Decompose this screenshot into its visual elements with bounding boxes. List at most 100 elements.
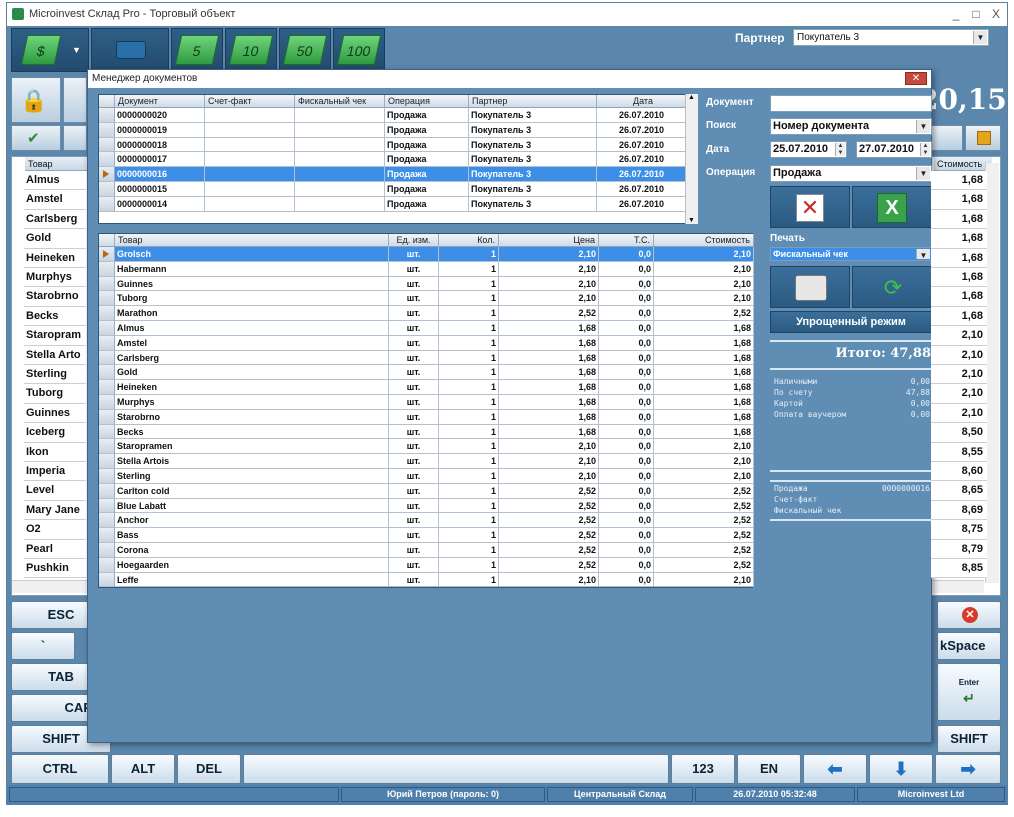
item-cell[interactable]: 2,10 bbox=[654, 291, 754, 307]
background-product-row[interactable]: Pearl bbox=[24, 539, 86, 559]
note-button[interactable] bbox=[63, 77, 87, 123]
item-cell[interactable]: шт. bbox=[389, 528, 439, 543]
item-cell[interactable]: 0,0 bbox=[599, 483, 654, 499]
item-cell[interactable]: 2,10 bbox=[654, 469, 754, 484]
row-indicator[interactable] bbox=[99, 557, 115, 573]
item-cell[interactable]: 1,68 bbox=[499, 321, 599, 336]
item-cell[interactable]: 1 bbox=[439, 395, 499, 410]
checklist-button[interactable]: ✔ bbox=[11, 125, 61, 151]
item-cell[interactable]: 1 bbox=[439, 424, 499, 440]
item-cell[interactable]: Becks bbox=[115, 424, 389, 440]
row-indicator[interactable] bbox=[99, 306, 115, 321]
row-indicator[interactable] bbox=[99, 365, 115, 381]
left-arrow-key[interactable]: ⬅ bbox=[803, 754, 867, 784]
item-cell[interactable]: 1 bbox=[439, 557, 499, 573]
item-cell[interactable]: 1 bbox=[439, 528, 499, 543]
item-cell[interactable]: 1,68 bbox=[499, 350, 599, 366]
item-cell[interactable]: 1,68 bbox=[654, 395, 754, 410]
doc-cell[interactable]: 26.07.2010 bbox=[597, 122, 687, 138]
item-cell[interactable]: 2,10 bbox=[654, 439, 754, 455]
item-cell[interactable]: шт. bbox=[389, 409, 439, 425]
background-product-row[interactable]: Guinnes bbox=[24, 403, 86, 424]
backtick-key[interactable]: ` bbox=[11, 632, 75, 660]
item-cell[interactable]: 1 bbox=[439, 306, 499, 321]
item-column-header[interactable]: Ед. изм. bbox=[389, 234, 439, 247]
doc-cell[interactable] bbox=[205, 122, 295, 138]
item-cell[interactable]: 2,52 bbox=[499, 483, 599, 499]
item-cell[interactable]: 1 bbox=[439, 380, 499, 395]
item-cell[interactable]: 0,0 bbox=[599, 424, 654, 440]
refresh-button[interactable]: ⟳ bbox=[852, 266, 932, 308]
doc-cell[interactable]: Продажа bbox=[385, 182, 469, 197]
item-cell[interactable]: 1 bbox=[439, 513, 499, 529]
background-product-row[interactable]: Almus bbox=[24, 171, 86, 191]
row-indicator[interactable] bbox=[99, 543, 115, 558]
item-cell[interactable]: Hoegaarden bbox=[115, 557, 389, 573]
chevron-down-icon[interactable]: ▼ bbox=[916, 167, 930, 180]
doc-cell[interactable]: 26.07.2010 bbox=[597, 137, 687, 153]
background-product-row[interactable]: Stella Arto bbox=[24, 345, 86, 365]
doc-cell[interactable] bbox=[295, 196, 385, 212]
row-indicator[interactable] bbox=[99, 291, 115, 307]
document-input[interactable] bbox=[770, 95, 932, 112]
item-column-header[interactable]: Товар bbox=[115, 234, 389, 247]
item-column-header[interactable]: Т.С. bbox=[599, 234, 654, 247]
background-product-row[interactable]: O2 bbox=[24, 520, 86, 540]
item-cell[interactable]: Grolsch bbox=[115, 247, 389, 262]
item-cell[interactable]: Marathon bbox=[115, 306, 389, 321]
item-cell[interactable]: 0,0 bbox=[599, 276, 654, 292]
item-cell[interactable]: 1 bbox=[439, 454, 499, 469]
item-cell[interactable]: шт. bbox=[389, 454, 439, 469]
item-cell[interactable]: 1 bbox=[439, 409, 499, 425]
item-cell[interactable]: Starobrno bbox=[115, 409, 389, 425]
row-indicator[interactable] bbox=[99, 469, 115, 484]
doc-cell[interactable]: 26.07.2010 bbox=[597, 108, 687, 123]
date-to-input[interactable]: 27.07.2010 ▲ ▼ bbox=[856, 141, 932, 158]
item-cell[interactable]: 2,52 bbox=[654, 543, 754, 558]
print-select[interactable]: Фискальный чек ▼ bbox=[770, 247, 932, 261]
partner-select[interactable]: Покупатель 3 ▼ bbox=[793, 29, 989, 46]
item-cell[interactable]: шт. bbox=[389, 380, 439, 395]
item-cell[interactable]: 2,10 bbox=[654, 247, 754, 262]
item-cell[interactable]: шт. bbox=[389, 291, 439, 307]
bill-50-button[interactable]: 50 bbox=[279, 28, 331, 72]
doc-column-header[interactable]: Счет-факт bbox=[205, 95, 295, 108]
item-cell[interactable]: Murphys bbox=[115, 395, 389, 410]
item-cell[interactable]: 1 bbox=[439, 498, 499, 514]
dialog-close-button[interactable]: ✕ bbox=[905, 72, 927, 85]
cancel-key[interactable]: ✕ bbox=[937, 601, 1001, 629]
date-from-input[interactable]: 25.07.2010 ▲ ▼ bbox=[770, 141, 847, 158]
item-cell[interactable]: шт. bbox=[389, 365, 439, 381]
doc-cell[interactable] bbox=[205, 137, 295, 153]
item-cell[interactable]: 0,0 bbox=[599, 543, 654, 558]
item-cell[interactable]: 1,68 bbox=[654, 335, 754, 351]
payment-button[interactable]: $ ▼ bbox=[11, 28, 89, 72]
space-key[interactable] bbox=[243, 754, 669, 784]
item-cell[interactable]: 2,10 bbox=[499, 469, 599, 484]
item-cell[interactable]: 0,0 bbox=[599, 439, 654, 455]
doc-cell[interactable]: 0000000017 bbox=[115, 152, 205, 168]
item-column-header[interactable]: Цена bbox=[499, 234, 599, 247]
right-shift-key[interactable]: SHIFT bbox=[937, 725, 1001, 753]
item-column-header[interactable]: Кол. bbox=[439, 234, 499, 247]
item-cell[interactable]: шт. bbox=[389, 350, 439, 366]
item-cell[interactable]: 0,0 bbox=[599, 247, 654, 262]
excel-export-button[interactable]: X bbox=[852, 186, 932, 228]
item-cell[interactable]: 0,0 bbox=[599, 380, 654, 395]
doc-cell[interactable]: 26.07.2010 bbox=[597, 196, 687, 212]
background-product-row[interactable]: Pushkin bbox=[24, 559, 86, 579]
item-cell[interactable]: 1,68 bbox=[499, 365, 599, 381]
maximize-button[interactable]: □ bbox=[969, 7, 983, 21]
bill-10-button[interactable]: 10 bbox=[225, 28, 277, 72]
item-cell[interactable]: 1 bbox=[439, 276, 499, 292]
background-product-row[interactable]: Gold bbox=[24, 229, 86, 249]
row-indicator[interactable] bbox=[99, 572, 115, 588]
item-cell[interactable]: 1 bbox=[439, 291, 499, 307]
item-cell[interactable]: Tuborg bbox=[115, 291, 389, 307]
item-cell[interactable]: 1 bbox=[439, 247, 499, 262]
item-cell[interactable]: шт. bbox=[389, 513, 439, 529]
row-indicator[interactable] bbox=[99, 424, 115, 440]
background-product-row[interactable]: Becks bbox=[24, 306, 86, 327]
row-indicator[interactable] bbox=[99, 513, 115, 529]
ctrl-key[interactable]: CTRL bbox=[11, 754, 109, 784]
